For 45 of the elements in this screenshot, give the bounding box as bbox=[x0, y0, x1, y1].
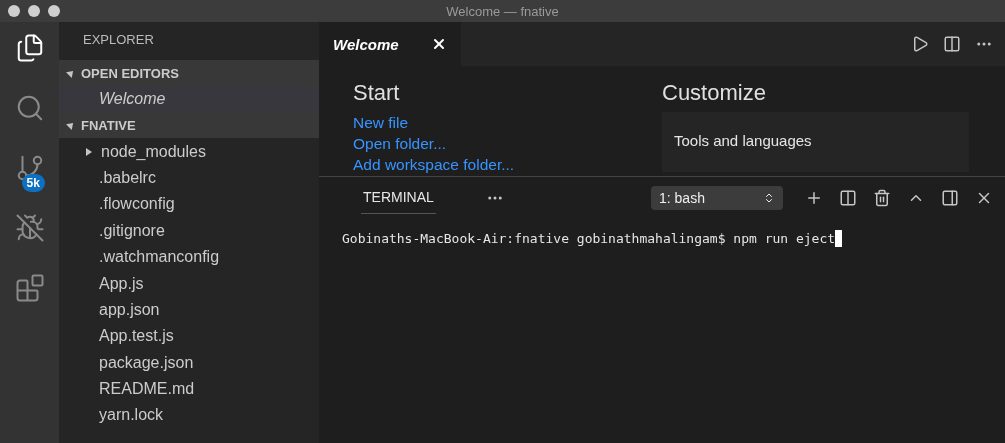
customize-heading: Customize bbox=[662, 80, 767, 106]
file-item[interactable]: package.json bbox=[59, 349, 319, 376]
start-heading: Start bbox=[353, 80, 401, 106]
file-item[interactable]: README.md bbox=[59, 375, 319, 403]
file-item[interactable]: .babelrc bbox=[59, 164, 319, 192]
terminal-cursor bbox=[835, 230, 843, 247]
file-item[interactable]: .flowconfig bbox=[59, 191, 319, 218]
start-link[interactable]: Add workspace folder... bbox=[353, 154, 662, 175]
file-item[interactable]: .watchmanconfig bbox=[59, 243, 319, 271]
activity-button[interactable]: 5k bbox=[7, 148, 52, 196]
play-icon[interactable] bbox=[911, 35, 929, 53]
split-editor-icon[interactable] bbox=[943, 35, 961, 53]
file-item[interactable]: App.test.js bbox=[59, 323, 319, 350]
start-link[interactable]: New file bbox=[353, 112, 662, 133]
file-item[interactable]: app.json bbox=[59, 296, 319, 324]
section-header[interactable]: FNATIVE bbox=[59, 112, 319, 139]
section-title: OPEN EDITORS bbox=[81, 65, 179, 81]
panel-layout-icon[interactable] bbox=[941, 188, 959, 207]
trash-icon[interactable] bbox=[873, 188, 891, 207]
terminal-line: Gobinaths-MacBook-Air:fnative gobinathmahalingam$ npm run eject bbox=[342, 231, 836, 246]
open-editor-item[interactable]: Welcome bbox=[59, 86, 319, 113]
section-header[interactable]: OPEN EDITORS bbox=[59, 60, 319, 86]
panel-tab[interactable]: TERMINAL bbox=[361, 181, 436, 214]
sidebar-title: EXPLORER bbox=[82, 31, 155, 49]
window-control-icon[interactable] bbox=[28, 5, 40, 17]
updown-icon bbox=[763, 191, 775, 204]
window-control-icon[interactable] bbox=[48, 5, 60, 17]
close-icon[interactable] bbox=[431, 36, 447, 52]
file-item[interactable]: yarn.lock bbox=[59, 402, 319, 429]
file-item[interactable]: App.js bbox=[59, 270, 319, 297]
extensions-icon bbox=[14, 273, 45, 303]
folder-item[interactable]: node_modules bbox=[101, 142, 206, 161]
file-item[interactable]: .gitignore bbox=[59, 217, 319, 244]
split-terminal-icon[interactable] bbox=[839, 188, 857, 207]
tab-label: Welcome bbox=[333, 35, 399, 53]
section-title: FNATIVE bbox=[81, 117, 136, 133]
chevron-icon[interactable] bbox=[86, 147, 92, 156]
terminal-select[interactable]: 1: bash bbox=[651, 185, 783, 210]
bug-icon bbox=[14, 213, 45, 243]
window-control-icon[interactable] bbox=[8, 5, 20, 17]
editor-tab[interactable]: Welcome bbox=[319, 22, 461, 66]
count-badge: 5k bbox=[21, 174, 45, 192]
window-title: Welcome — fnative bbox=[446, 3, 559, 19]
start-link[interactable]: Open folder... bbox=[353, 133, 662, 154]
card-title: Tools and languages bbox=[674, 132, 812, 149]
